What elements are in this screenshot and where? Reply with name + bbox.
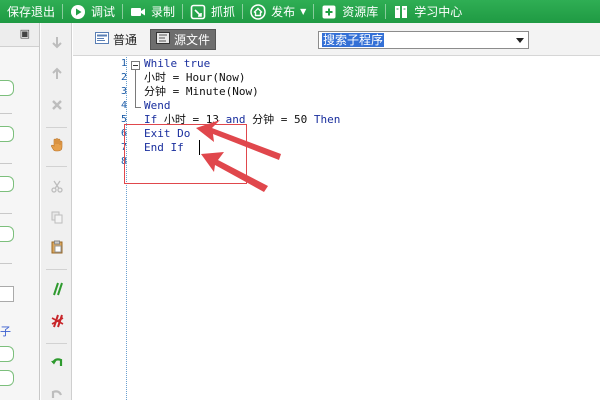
command-item[interactable] [0,370,14,386]
top-toolbar: 保存退出 调试 录制 抓抓 发布 ▼ 资源库 学习中心 [0,0,600,23]
capture-label: 抓抓 [211,5,236,19]
plus-box-icon [321,4,337,20]
publish-button[interactable]: 发布 ▼ [243,0,313,23]
record-button[interactable]: 录制 [123,0,182,23]
resource-library-label: 资源库 [342,5,379,19]
capture-button[interactable]: 抓抓 [183,0,242,23]
save-exit-button[interactable]: 保存退出 [0,0,62,23]
redo-button[interactable] [41,383,72,400]
arrow-up-icon [51,67,62,79]
uncomment-button[interactable] [41,310,72,332]
chevron-down-icon: ▼ [300,7,307,16]
expression: 分钟 = 50 [245,113,314,126]
record-label: 录制 [151,5,176,19]
debug-button[interactable]: 调试 [63,0,122,23]
command-item[interactable] [0,226,14,242]
pin-icon[interactable]: ▣ [20,27,30,40]
divider [46,166,67,167]
normal-mode-tab[interactable]: 普通 [90,29,142,50]
line-number: 1 [120,58,127,69]
divider [0,263,12,264]
editor-header: 普通 源文件 搜索子程序 [73,23,600,56]
copy-button[interactable] [41,206,72,228]
undo-button[interactable] [41,351,72,373]
fold-guide-end [135,107,141,108]
play-icon [70,4,86,20]
line-number: 3 [120,86,127,97]
resource-library-button[interactable]: 资源库 [314,0,385,23]
fold-guide [135,70,136,108]
comment-slash-icon [52,282,63,296]
divider [0,113,12,114]
chevron-down-icon [516,38,524,43]
divider [0,213,12,214]
normal-mode-icon [95,32,109,47]
redo-icon [51,390,62,398]
divider [46,343,67,344]
script-editor-window: 保存退出 调试 录制 抓抓 发布 ▼ 资源库 学习中心 ▣ 子 普通 源文件 搜… [0,0,600,400]
undo-icon [50,358,62,366]
normal-mode-label: 普通 [113,33,138,47]
command-item[interactable] [0,176,14,192]
capture-icon [190,4,206,20]
divider [46,269,67,270]
paste-button[interactable] [41,236,72,258]
arrow-down-icon [51,37,62,49]
delete-button[interactable] [41,94,72,116]
close-icon [51,100,62,110]
debug-label: 调试 [91,5,116,19]
keyword: Then [313,113,341,126]
move-up-button[interactable] [41,62,72,84]
command-item[interactable] [0,80,14,96]
clipboard-icon [51,240,62,254]
divider [46,127,67,128]
hand-icon [50,138,62,152]
hand-tool-button[interactable] [41,134,72,156]
code-line[interactable]: While true [144,57,210,71]
command-panel-header: ▣ [0,23,39,47]
annotation-box [124,124,247,184]
code-line[interactable]: 分钟 = Minute(Now) [144,85,259,99]
home-icon [250,3,266,20]
source-mode-tab[interactable]: 源文件 [150,29,217,50]
command-link[interactable]: 子 [0,323,11,339]
command-panel: ▣ 子 [0,23,40,400]
command-item[interactable] [0,126,14,142]
learning-center-label: 学习中心 [414,5,463,19]
code-line[interactable]: Wend [144,99,171,113]
command-item[interactable] [0,346,14,362]
publish-label: 发布 [271,5,296,19]
line-number: 4 [120,100,127,111]
divider [0,163,12,164]
copy-icon [51,211,62,224]
source-file-icon [156,32,170,47]
edit-tool-column [41,23,72,400]
uncomment-icon [51,314,63,328]
source-mode-label: 源文件 [174,33,211,47]
procedure-select-value: 搜索子程序 [322,33,385,47]
camera-icon [130,4,146,20]
save-exit-label: 保存退出 [7,5,56,19]
procedure-select[interactable]: 搜索子程序 [318,31,529,49]
learning-center-button[interactable]: 学习中心 [386,0,469,23]
move-down-button[interactable] [41,32,72,54]
book-icon [393,4,409,20]
cut-button[interactable] [41,175,72,197]
line-number: 2 [120,72,127,83]
fold-toggle[interactable] [131,61,140,70]
scissors-icon [50,180,63,193]
code-line[interactable]: 小时 = Hour(Now) [144,71,245,85]
command-item[interactable] [0,286,14,302]
comment-button[interactable] [41,278,72,300]
